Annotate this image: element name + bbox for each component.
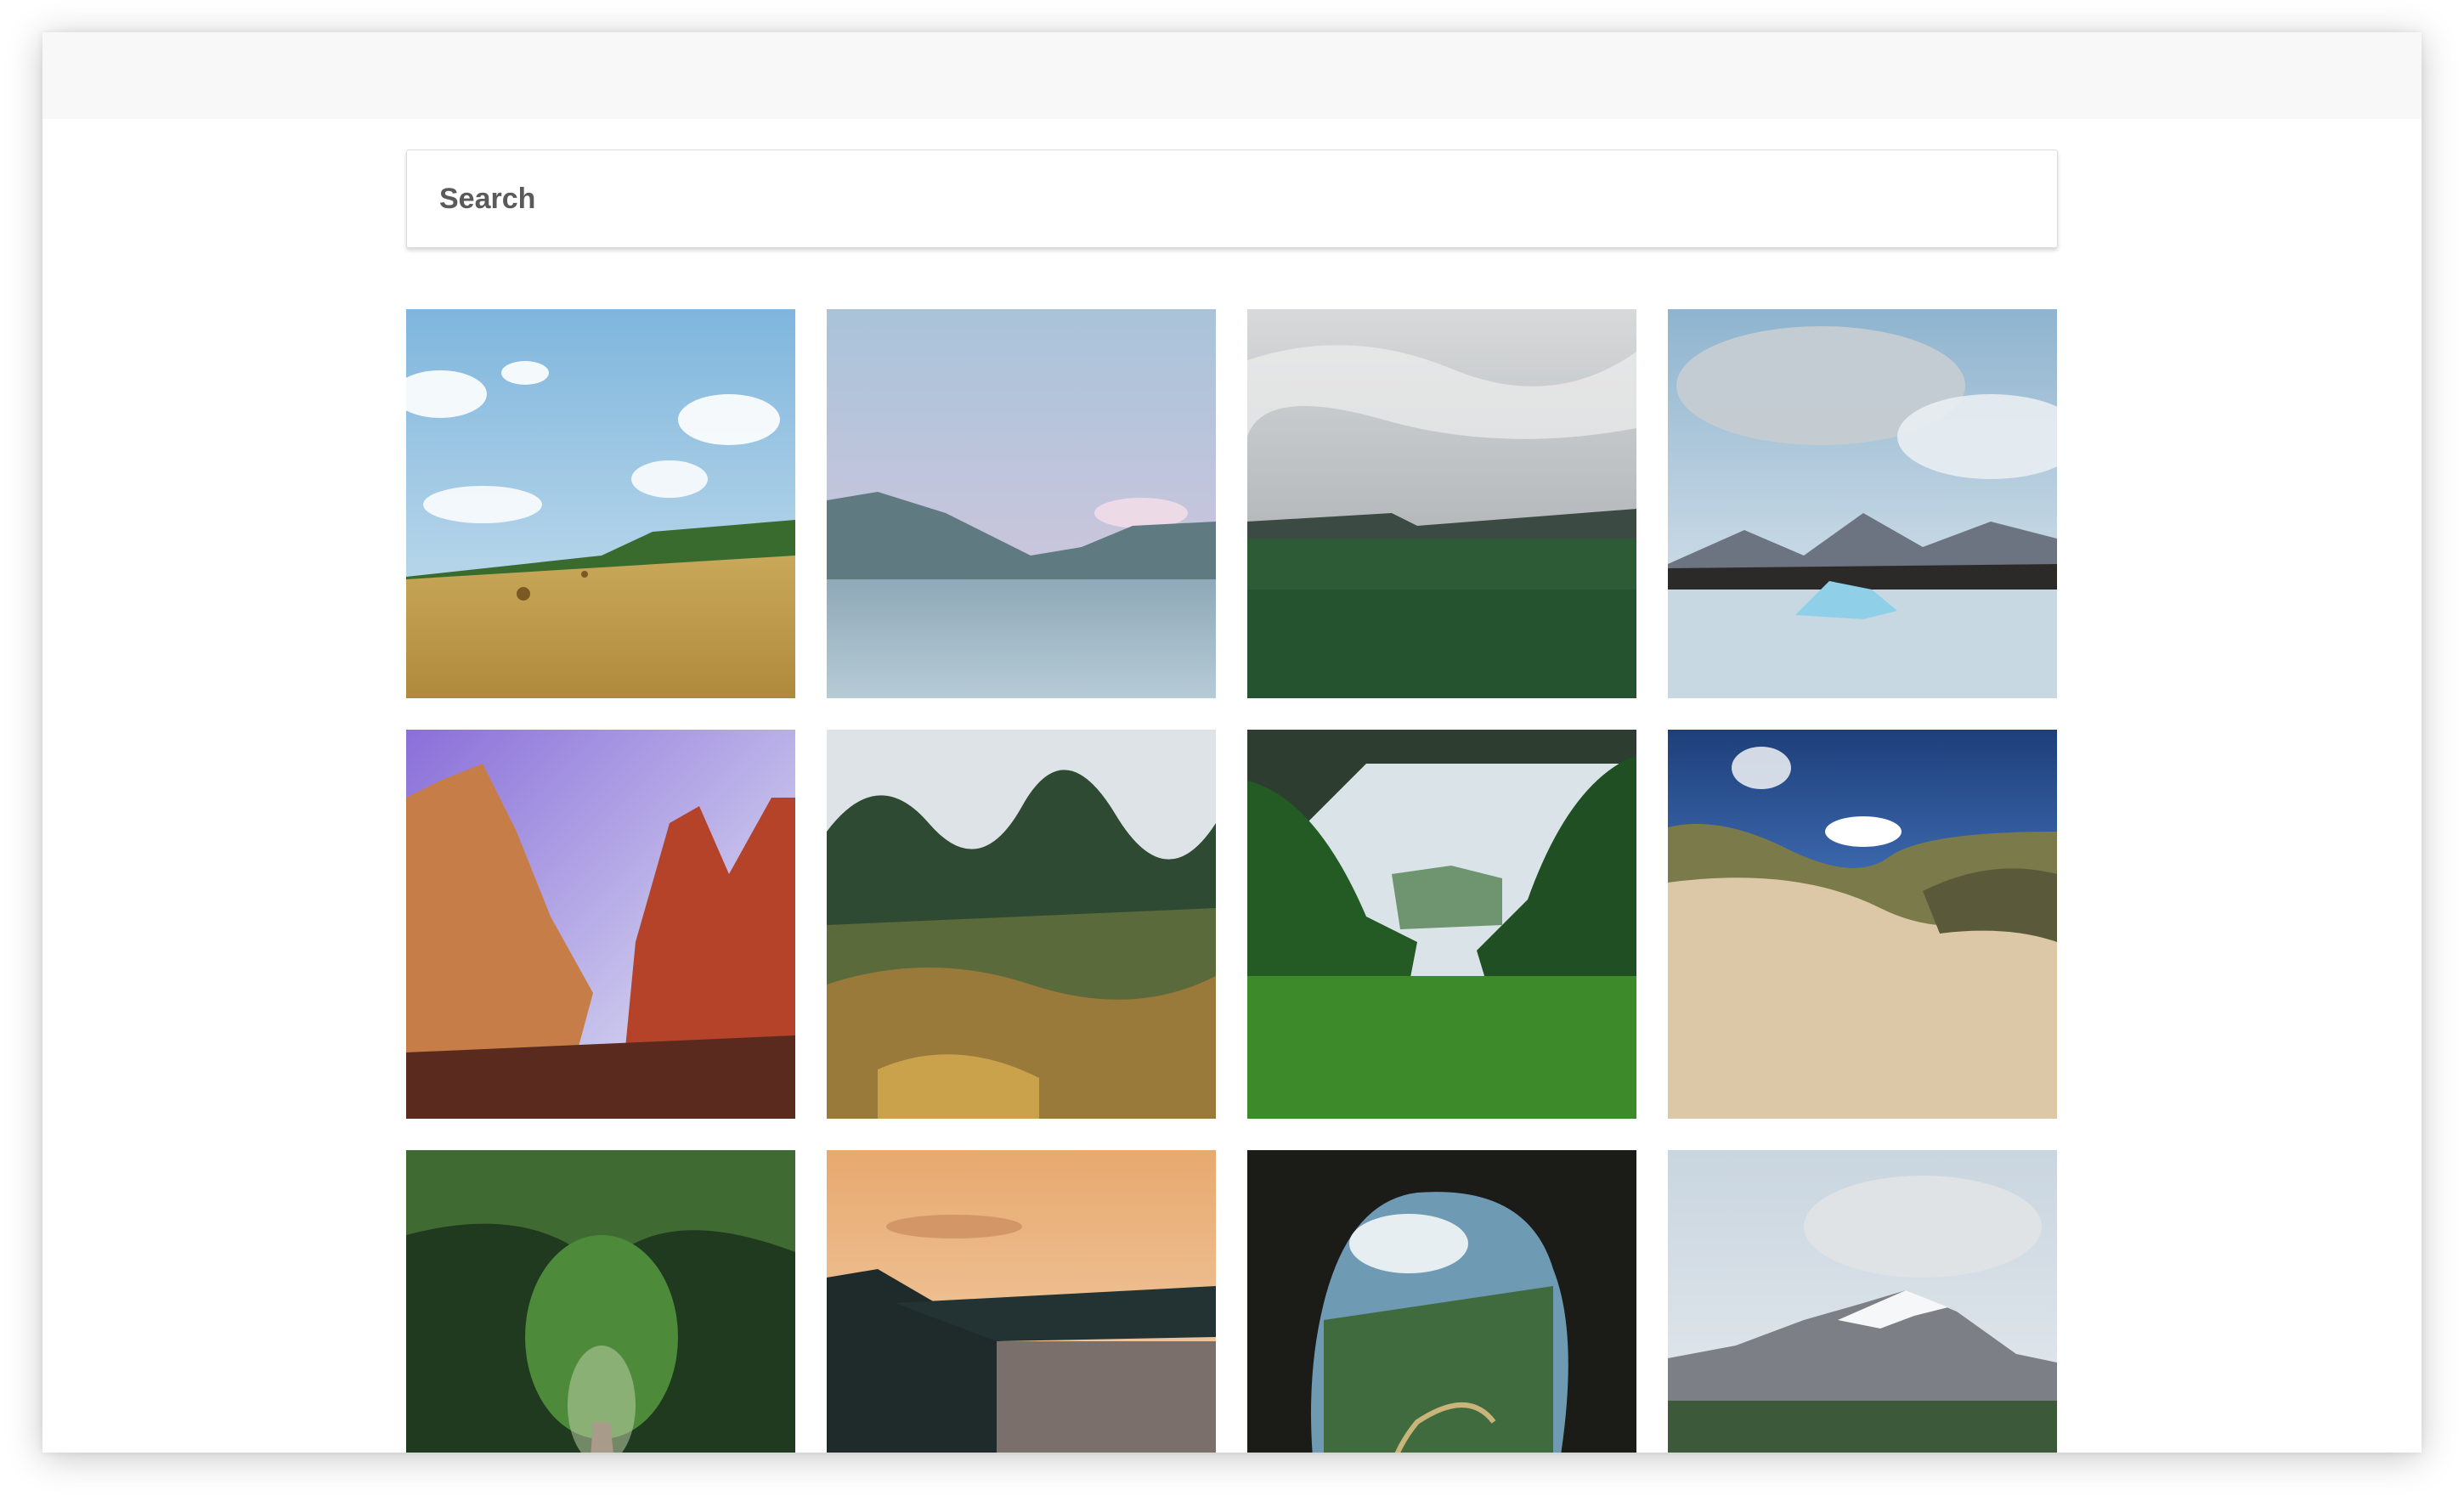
app-window [42,32,2422,1453]
hay-field-photo [406,309,795,698]
glacier-lagoon-photo [1668,309,2057,698]
lake-mountains-photo [827,309,1216,698]
snowy-peak-photo [1668,1150,2057,1453]
cave-view-photo [1247,1150,1636,1453]
photo-tile-lake-mountains[interactable] [827,309,1216,698]
photo-tile-hay-field[interactable] [406,309,795,698]
photo-grid [406,309,2058,1453]
photo-tile-glacier-lagoon[interactable] [1668,309,2057,698]
green-plains-photo [1247,309,1636,698]
search-input[interactable] [407,150,2057,247]
jungle-valley-photo [1247,730,1636,1119]
top-bar [42,32,2422,119]
sand-dunes-photo [1668,730,2057,1119]
photo-tile-green-plains[interactable] [1247,309,1636,698]
photo-tile-sunset-coast[interactable] [827,1150,1216,1453]
photo-tile-snowy-peak[interactable] [1668,1150,2057,1453]
red-cliffs-photo [406,730,795,1119]
photo-tile-jungle-valley[interactable] [1247,730,1636,1119]
sunset-coast-photo [827,1150,1216,1453]
photo-tile-forest-path[interactable] [406,1150,795,1453]
forest-path-photo [406,1150,795,1453]
photo-tile-red-cliffs[interactable] [406,730,795,1119]
photo-tile-garden-trees[interactable] [827,730,1216,1119]
garden-trees-photo [827,730,1216,1119]
photo-tile-sand-dunes[interactable] [1668,730,2057,1119]
search-box [406,150,2058,248]
photo-tile-cave-view[interactable] [1247,1150,1636,1453]
